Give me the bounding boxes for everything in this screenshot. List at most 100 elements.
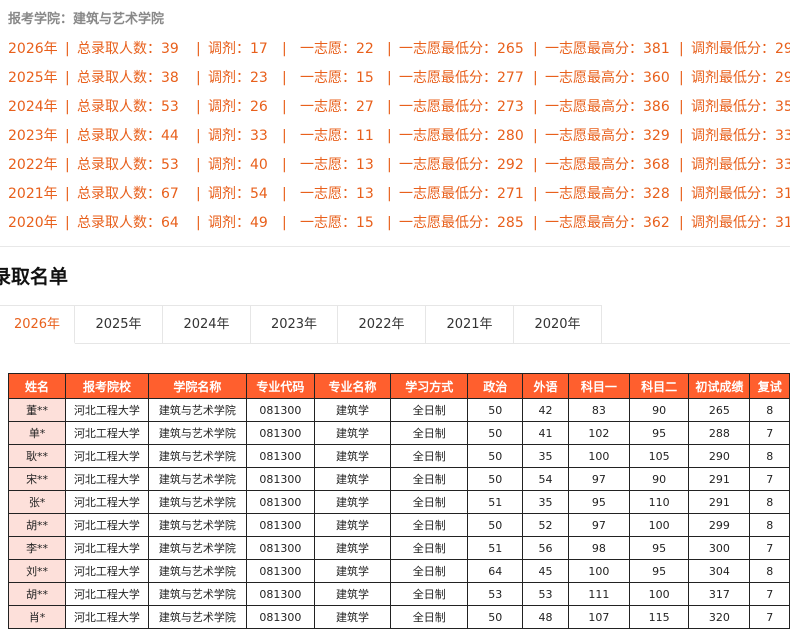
table-cell: 42 (522, 398, 569, 422)
stat-first-max: 一志愿最高分：328 (545, 186, 670, 202)
table-cell: 115 (628, 605, 690, 629)
table-cell: 张* (8, 490, 67, 514)
column-header[interactable]: 复试 (749, 373, 790, 399)
table-cell: 全日制 (390, 467, 469, 491)
stat-separator: | (679, 157, 684, 173)
table-cell: 111 (567, 582, 630, 606)
table-cell: 7 (749, 467, 790, 491)
stat-separator: | (533, 186, 538, 202)
table-cell: 50 (467, 513, 524, 537)
admission-table-wrap: 姓名 报考院校 学院名称 专业代码 专业名称 学习方式 政治 外语 科目一 科目二 初试成绩 复试 董… (8, 373, 790, 633)
divider (0, 246, 790, 247)
stat-first-max: 一志愿最高分：362 (545, 215, 670, 231)
table-cell: 50 (467, 444, 524, 468)
table-cell: 95 (567, 490, 630, 514)
tab-year[interactable]: 2022年 (338, 305, 426, 343)
table-row: 单* 河北工程大学 建筑与艺术学院 081300 建筑学 全日制 50 41 102 95 288 7 (8, 421, 790, 445)
stat-separator: | (282, 186, 287, 202)
tab-year[interactable]: 2021年 (426, 305, 514, 343)
table-cell: 288 (688, 421, 751, 445)
stat-separator: | (679, 215, 684, 231)
tab-year[interactable]: 2020年 (514, 305, 602, 343)
stat-year: 2024年 (8, 99, 58, 115)
table-cell: 河北工程大学 (65, 421, 149, 445)
stat-separator: | (196, 99, 201, 115)
stat-total: 总录取人数：67 (77, 186, 179, 202)
stat-first-min: 一志愿最低分：285 (399, 215, 524, 231)
table-cell: 50 (467, 421, 524, 445)
table-cell: 全日制 (390, 490, 469, 514)
tab-year[interactable]: 2026年 (0, 305, 75, 344)
stat-adjust: 调剂：33 (208, 128, 268, 144)
stat-first-min: 一志愿最低分：280 (399, 128, 524, 144)
table-cell: 304 (688, 559, 751, 583)
column-header[interactable]: 初试成绩 (688, 373, 751, 399)
stat-adjust: 调剂：54 (208, 186, 268, 202)
column-header[interactable]: 专业代码 (246, 373, 315, 399)
college-line: 报考学院：建筑与艺术学院 (8, 12, 165, 27)
table-cell: 50 (467, 467, 524, 491)
column-header[interactable]: 外语 (522, 373, 569, 399)
table-cell: 081300 (246, 559, 315, 583)
stat-total: 总录取人数：53 (77, 99, 179, 115)
column-header[interactable]: 政治 (467, 373, 524, 399)
stat-separator: | (65, 41, 70, 57)
stat-separator: | (65, 186, 70, 202)
stat-separator: | (679, 128, 684, 144)
table-cell: 53 (467, 582, 524, 606)
table-cell: 265 (688, 398, 751, 422)
table-cell: 107 (567, 605, 630, 629)
stat-first-min: 一志愿最低分：277 (399, 70, 524, 86)
table-cell: 全日制 (390, 605, 469, 629)
table-cell: 全日制 (390, 559, 469, 583)
table-cell: 320 (688, 605, 751, 629)
column-header[interactable]: 姓名 (8, 373, 67, 399)
tab-year[interactable]: 2024年 (163, 305, 251, 343)
stat-separator: | (533, 215, 538, 231)
table-cell: 100 (567, 444, 630, 468)
column-header[interactable]: 专业名称 (313, 373, 392, 399)
table-cell: 90 (628, 467, 690, 491)
table-cell: 291 (688, 490, 751, 514)
stat-first-max: 一志愿最高分：368 (545, 157, 670, 173)
tab-year[interactable]: 2023年 (251, 305, 338, 343)
table-cell: 50 (467, 398, 524, 422)
stat-adjust-min: 调剂最低分：33 (691, 157, 790, 173)
table-cell: 64 (467, 559, 524, 583)
table-cell: 97 (567, 467, 630, 491)
stat-first: 一志愿：22 (300, 41, 374, 57)
stat-first-min: 一志愿最低分：265 (399, 41, 524, 57)
stat-row: 2021年 | 总录取人数：67 | 调剂：54 | 一志愿：13 | 一志愿最低分：271 | 一… (8, 183, 790, 212)
stat-row: 2025年 | 总录取人数：38 | 调剂：23 | 一志愿：15 | 一志愿最低分：277 | 一… (8, 67, 790, 96)
stat-first: 一志愿：13 (300, 186, 374, 202)
table-cell: 51 (467, 490, 524, 514)
table-cell: 300 (688, 536, 751, 560)
stat-row: 2026年 | 总录取人数：39 | 调剂：17 | 一志愿：22 | 一志愿最低分：265 | 一… (8, 38, 790, 67)
column-header[interactable]: 科目二 (628, 373, 690, 399)
table-cell: 100 (628, 582, 690, 606)
table-cell: 建筑学 (313, 398, 392, 422)
stat-separator: | (282, 41, 287, 57)
tab-year[interactable]: 2025年 (75, 305, 163, 343)
stat-first: 一志愿：27 (300, 99, 374, 115)
stat-separator: | (196, 41, 201, 57)
table-cell: 8 (749, 559, 790, 583)
table-cell: 081300 (246, 605, 315, 629)
table-cell: 全日制 (390, 398, 469, 422)
table-cell: 宋** (8, 467, 67, 491)
column-header[interactable]: 科目一 (567, 373, 630, 399)
column-header[interactable]: 学院名称 (147, 373, 248, 399)
table-cell: 95 (628, 559, 690, 583)
table-cell: 建筑与艺术学院 (147, 582, 248, 606)
table-cell: 建筑学 (313, 559, 392, 583)
table-cell: 建筑学 (313, 536, 392, 560)
stat-separator: | (196, 70, 201, 86)
table-cell: 081300 (246, 513, 315, 537)
table-cell: 98 (567, 536, 630, 560)
stat-adjust-min: 调剂最低分：31 (691, 186, 790, 202)
column-header[interactable]: 学习方式 (390, 373, 469, 399)
column-header[interactable]: 报考院校 (65, 373, 149, 399)
stat-first: 一志愿：15 (300, 215, 374, 231)
table-cell: 建筑与艺术学院 (147, 490, 248, 514)
table-row: 胡** 河北工程大学 建筑与艺术学院 081300 建筑学 全日制 50 52 97 100 299… (8, 513, 790, 537)
